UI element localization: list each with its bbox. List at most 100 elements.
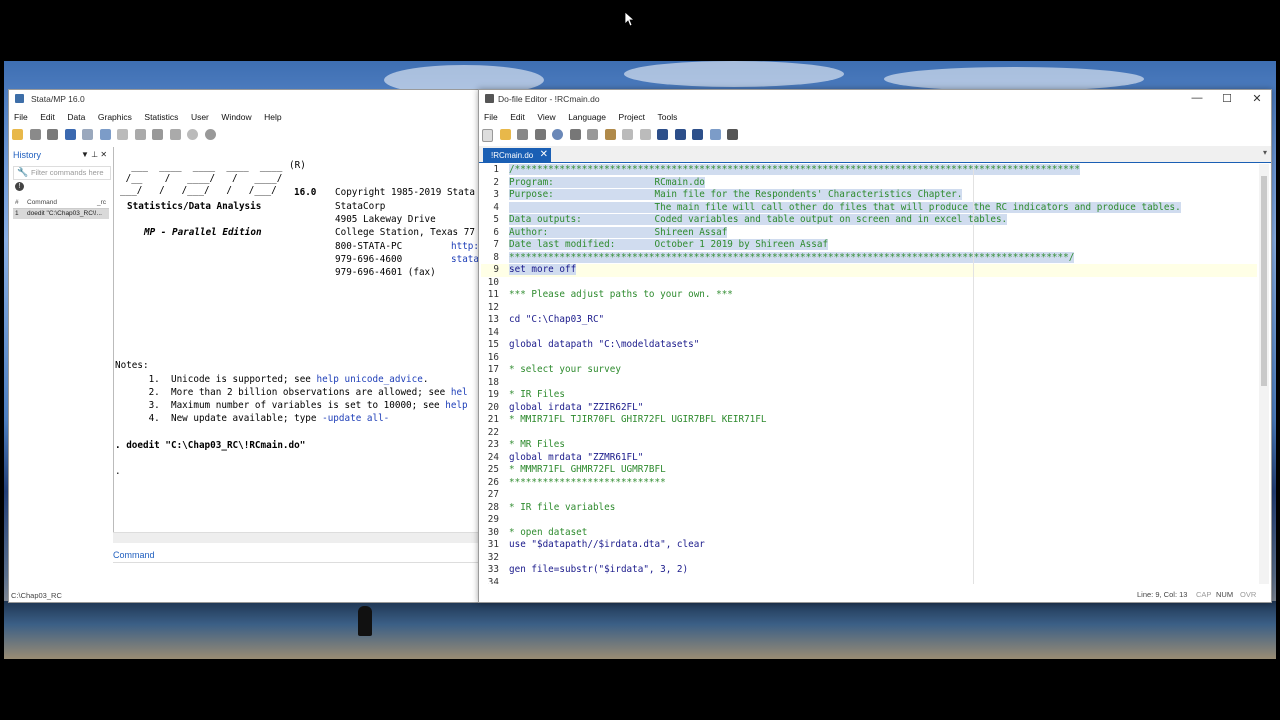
tab-rcmain[interactable]: !RCmain.do ✕ [483, 148, 551, 162]
redo-icon[interactable] [639, 129, 651, 140]
code-line[interactable]: 25 * MMMR71FL GHMR72FL UGMR7BFL [481, 464, 1257, 477]
code-line[interactable]: 17 * select your survey [481, 364, 1257, 377]
code-line[interactable]: 31 use "$datapath//$irdata.dta", clear [481, 539, 1257, 552]
code-line[interactable]: 13 cd "C:\Chap03_RC" [481, 314, 1257, 327]
viewer-icon[interactable] [82, 129, 94, 140]
code-line[interactable]: 14 [481, 327, 1257, 340]
do-file-editor-icon[interactable] [117, 129, 129, 140]
break-icon[interactable] [204, 129, 216, 140]
current-path: C:\Chap03_RC [11, 591, 62, 600]
print-file-icon[interactable] [534, 129, 546, 140]
graph-icon[interactable] [99, 129, 111, 140]
save-file-icon[interactable] [517, 129, 529, 140]
code-line[interactable]: 16 [481, 352, 1257, 365]
menu-window[interactable]: Window [216, 109, 256, 125]
code-line[interactable]: 19 * IR Files [481, 389, 1257, 402]
save-icon[interactable] [29, 129, 41, 140]
menu-help[interactable]: Help [259, 109, 286, 125]
code-line[interactable]: 23 * MR Files [481, 439, 1257, 452]
open-icon[interactable] [12, 129, 23, 140]
code-line[interactable]: 6 Author: Shireen Assaf [481, 226, 1257, 240]
web-link[interactable]: http: [451, 241, 479, 252]
history-col-rc[interactable]: _rc [97, 199, 106, 206]
new-file-icon[interactable] [482, 129, 493, 142]
history-col-command[interactable]: Command [27, 199, 57, 206]
code-line[interactable]: 20 global irdata "ZZIR62FL" [481, 402, 1257, 415]
next-bookmark-icon[interactable] [692, 129, 704, 140]
code-line[interactable]: 30 * open dataset [481, 527, 1257, 540]
tab-close-icon[interactable]: ✕ [540, 149, 548, 160]
more-icon[interactable] [187, 129, 199, 140]
code-line[interactable]: 8 ***************************************… [481, 251, 1257, 265]
code-line[interactable]: 2 Program: RCmain.do [481, 176, 1257, 190]
maximize-icon[interactable]: ☐ [1217, 92, 1237, 105]
editor-menu-file[interactable]: File [479, 109, 503, 125]
print-icon[interactable] [47, 129, 59, 140]
tab-list-icon[interactable]: ▾ [1263, 148, 1267, 157]
code-line[interactable]: 27 [481, 489, 1257, 502]
code-line[interactable]: 28 * IR file variables [481, 502, 1257, 515]
close-icon[interactable]: ✕ [1247, 92, 1267, 105]
code-line[interactable]: 15 global datapath "C:\modeldatasets" [481, 339, 1257, 352]
code-area[interactable]: 1 /**************************************… [481, 164, 1257, 584]
variables-manager-icon[interactable] [169, 129, 181, 140]
obs-help-link[interactable]: hel [451, 387, 468, 398]
data-browser-icon[interactable] [152, 129, 164, 140]
unicode-help-link[interactable]: help unicode_advice [317, 374, 423, 385]
code-line[interactable]: 18 [481, 377, 1257, 390]
code-line[interactable]: 29 [481, 514, 1257, 527]
code-line[interactable]: 12 [481, 302, 1257, 315]
command-input[interactable] [113, 562, 479, 589]
pin-icon[interactable]: ▼ ⊥ ✕ [81, 150, 107, 159]
code-line[interactable]: 33 gen file=substr("$irdata", 3, 2) [481, 564, 1257, 577]
history-filter-input[interactable]: 🔧 Filter commands here [13, 166, 111, 180]
data-editor-icon[interactable] [134, 129, 146, 140]
results-hscroll[interactable] [113, 532, 479, 543]
editor-menu-view[interactable]: View [532, 109, 560, 125]
code-line[interactable]: 4 The main file will call other do files… [481, 201, 1257, 215]
find-icon[interactable] [552, 129, 564, 140]
code-line[interactable]: 11 *** Please adjust paths to your own. *… [481, 289, 1257, 302]
prev-bookmark-icon[interactable] [674, 129, 686, 140]
menu-user[interactable]: User [186, 109, 214, 125]
code-line[interactable]: 34 [481, 577, 1257, 585]
code-line[interactable]: 9 set more off [481, 264, 1257, 277]
show-file-in-viewer-icon[interactable] [709, 129, 721, 140]
info-icon[interactable]: ! [15, 182, 24, 191]
maxvar-help-link[interactable]: help [445, 400, 467, 411]
minimize-icon[interactable]: — [1187, 92, 1207, 104]
menu-statistics[interactable]: Statistics [139, 109, 183, 125]
history-col-num[interactable]: # [15, 199, 19, 206]
history-row[interactable]: 1 doedit "C:\Chap03_RC\!... [13, 209, 109, 219]
editor-vscroll-thumb[interactable] [1261, 176, 1267, 386]
copy-icon[interactable] [587, 129, 599, 140]
menu-file[interactable]: File [9, 109, 33, 125]
paste-icon[interactable] [604, 129, 616, 140]
code-line[interactable]: 7 Date last modified: October 1 2019 by S… [481, 239, 1257, 252]
editor-menu-project[interactable]: Project [614, 109, 650, 125]
code-line[interactable]: 3 Purpose: Main file for the Respondents'… [481, 189, 1257, 202]
code-line[interactable]: 5 Data outputs: Coded variables and table… [481, 214, 1257, 227]
undo-icon[interactable] [622, 129, 634, 140]
editor-menu-tools[interactable]: Tools [653, 109, 683, 125]
update-link[interactable]: -update all- [322, 413, 389, 424]
editor-menu-language[interactable]: Language [563, 109, 611, 125]
editor-menu-edit[interactable]: Edit [505, 109, 530, 125]
code-line[interactable]: 10 [481, 277, 1257, 290]
email-link[interactable]: stata [451, 254, 479, 265]
menu-data[interactable]: Data [62, 109, 90, 125]
cut-icon[interactable] [569, 129, 581, 140]
bookmark-icon[interactable] [657, 129, 669, 140]
code-line[interactable]: 22 [481, 427, 1257, 440]
open-file-icon[interactable] [499, 129, 511, 140]
log-icon[interactable] [64, 129, 76, 140]
code-line[interactable]: 32 [481, 552, 1257, 565]
code-line[interactable]: 1 /**************************************… [481, 164, 1257, 177]
code-line[interactable]: 21 * MMIR71FL TJIR70FL GHIR72FL UGIR7BFL … [481, 414, 1257, 427]
execute-do-icon[interactable] [727, 129, 739, 140]
code-line[interactable]: 26 **************************** [481, 477, 1257, 490]
menu-graphics[interactable]: Graphics [93, 109, 137, 125]
code-line[interactable]: 24 global mrdata "ZZMR61FL" [481, 452, 1257, 465]
editor-vscroll[interactable] [1259, 164, 1269, 584]
menu-edit[interactable]: Edit [35, 109, 60, 125]
